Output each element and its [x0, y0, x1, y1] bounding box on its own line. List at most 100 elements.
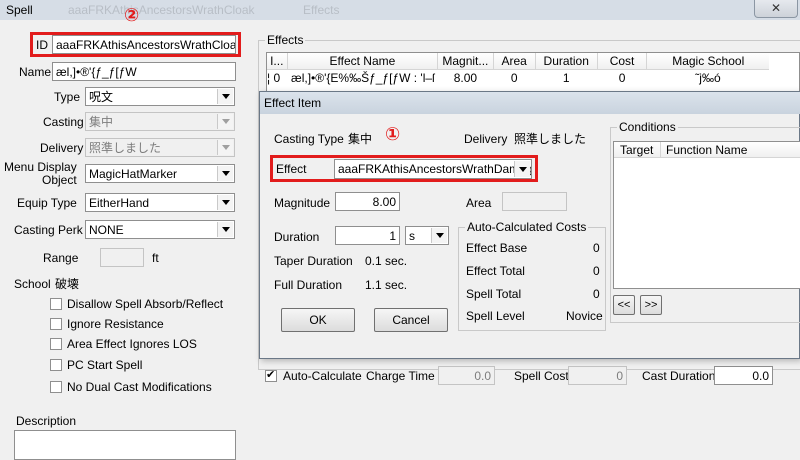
disallow-absorb-checkbox[interactable]: [50, 298, 62, 310]
effect-total-value: 0: [593, 264, 600, 278]
type-dropdown[interactable]: 呪文: [85, 87, 235, 106]
chevron-down-icon: [217, 140, 233, 155]
effect-total-label: Effect Total: [466, 264, 525, 278]
description-label: Description: [16, 414, 77, 428]
no-dual-cast-label: No Dual Cast Modifications: [67, 380, 212, 394]
area-field: [502, 192, 567, 211]
casting-perk-value: NONE: [89, 223, 124, 237]
ok-button[interactable]: OK: [281, 308, 355, 332]
spell-level-value: Novice: [566, 309, 603, 323]
type-value: 呪文: [89, 90, 114, 104]
area-effect-ignores-los-checkbox[interactable]: [50, 338, 62, 350]
conditions-group-label: Conditions: [617, 120, 678, 134]
spell-total-label: Spell Total: [466, 287, 522, 301]
menu-display-label-line1: Menu Display: [4, 160, 77, 174]
close-button[interactable]: ✕: [754, 0, 798, 18]
effects-header-row: I... Effect Name Magnit... Area Duration…: [267, 53, 769, 70]
conditions-header-row: Target Function Name: [614, 142, 800, 158]
casting-label: Casting: [43, 115, 84, 129]
chevron-down-icon: [514, 161, 530, 177]
table-row[interactable]: ¦ 0 æl,]•®'{E%‰Šƒ_ƒ[ƒW : 'l–ſ 8.00 0 1 0…: [267, 69, 769, 87]
effect-base-value: 0: [593, 241, 600, 255]
ignore-resistance-checkbox[interactable]: [50, 318, 62, 330]
magnitude-field[interactable]: 8.00: [335, 192, 400, 211]
id-field[interactable]: aaaFRKAthisAncestorsWrathCloakDm: [52, 35, 236, 54]
taper-duration-value: 0.1 sec.: [365, 254, 408, 268]
range-field: [100, 248, 144, 267]
chevron-down-icon: [217, 166, 233, 181]
duration-unit-dropdown[interactable]: s: [405, 226, 449, 245]
menu-display-label-line2: Object: [42, 173, 77, 187]
delivery-label: Delivery: [40, 141, 84, 155]
full-duration-label: Full Duration: [274, 278, 343, 292]
column-header[interactable]: Duration: [535, 53, 598, 70]
effect-row-magnitude: 8.00: [453, 71, 478, 86]
name-field[interactable]: æl,]•®'{ƒ_ƒ[ƒW: [52, 62, 236, 81]
duration-field[interactable]: 1: [335, 226, 400, 245]
effect-item-title-bar: Effect Item: [260, 92, 800, 114]
column-header[interactable]: Effect Name: [287, 53, 439, 70]
menu-display-value: MagicHatMarker: [89, 167, 178, 181]
annotation-marker-2: ②: [124, 5, 140, 26]
magnitude-label: Magnitude: [274, 196, 331, 210]
description-field[interactable]: [14, 430, 236, 460]
effect-dropdown[interactable]: aaaFRKAthisAncestorsWrathDamage: [334, 159, 532, 179]
spell-cost-field: 0: [568, 366, 627, 385]
cast-duration-label: Cast Duration: [642, 369, 716, 383]
auto-calculate-checkbox[interactable]: [265, 368, 277, 382]
area-effect-ignores-los-label: Area Effect Ignores LOS: [67, 337, 197, 351]
effects-group-label: Effects: [265, 33, 306, 47]
delivery-dropdown: 照準しました: [85, 138, 235, 157]
menu-display-object-dropdown[interactable]: MagicHatMarker: [85, 164, 235, 183]
conditions-prev-button[interactable]: <<: [613, 295, 635, 315]
equip-type-value: EitherHand: [89, 196, 150, 210]
column-header[interactable]: Magic School: [646, 53, 769, 70]
column-header[interactable]: Cost: [597, 53, 648, 70]
chevron-down-icon: [217, 222, 233, 237]
effect-value: aaaFRKAthisAncestorsWrathDamage: [338, 162, 532, 176]
chevron-down-icon: [217, 195, 233, 210]
effect-label: Effect: [276, 162, 307, 176]
pc-start-spell-label: PC Start Spell: [67, 358, 143, 372]
casting-perk-dropdown[interactable]: NONE: [85, 220, 235, 239]
delivery-label: Delivery: [464, 132, 508, 146]
cancel-button[interactable]: Cancel: [374, 308, 448, 332]
effect-base-label: Effect Base: [466, 241, 528, 255]
equip-type-dropdown[interactable]: EitherHand: [85, 193, 235, 212]
effect-row-index: 0: [273, 71, 281, 86]
no-dual-cast-checkbox[interactable]: [50, 381, 62, 393]
equip-type-label: Equip Type: [17, 196, 77, 210]
area-label: Area: [466, 196, 492, 210]
effect-row-school: ˜j‰ó: [695, 71, 721, 86]
casting-value: 集中: [89, 115, 114, 129]
effects-table: I... Effect Name Magnit... Area Duration…: [266, 52, 800, 92]
conditions-next-button[interactable]: >>: [640, 295, 662, 315]
casting-type-label: Casting Type: [274, 132, 344, 146]
ignore-resistance-label: Ignore Resistance: [67, 317, 164, 331]
effect-row-duration: 1: [562, 71, 570, 86]
delivery-value: 照準しました: [514, 132, 587, 146]
column-header[interactable]: Magnit...: [437, 53, 494, 70]
pc-start-spell-checkbox[interactable]: [50, 359, 62, 371]
chevron-down-icon: [217, 89, 233, 104]
column-header[interactable]: Target: [620, 143, 653, 157]
duration-unit-value: s: [409, 229, 415, 243]
effect-row-name: æl,]•®'{E%‰Šƒ_ƒ[ƒW : 'l–ſ: [291, 71, 435, 86]
range-label: Range: [43, 251, 79, 265]
spell-total-value: 0: [593, 287, 600, 301]
close-icon: ✕: [770, 1, 782, 15]
annotation-marker-1: ①: [385, 124, 401, 145]
background-window-title: aaaFRKAthisAncestorsWrathCloak: [68, 3, 255, 17]
school-label: School: [14, 277, 51, 291]
column-header[interactable]: I...: [267, 53, 288, 70]
window-title: Spell: [6, 3, 33, 17]
column-header[interactable]: Area: [493, 53, 536, 70]
column-divider: [660, 142, 661, 158]
cast-duration-field[interactable]: 0.0: [714, 366, 773, 385]
chevron-down-icon: [431, 228, 447, 243]
column-header[interactable]: Function Name: [666, 143, 747, 157]
type-label: Type: [54, 90, 81, 104]
effect-row-area: 0: [510, 71, 518, 86]
duration-label: Duration: [274, 230, 320, 244]
chevron-down-icon: [217, 114, 233, 129]
